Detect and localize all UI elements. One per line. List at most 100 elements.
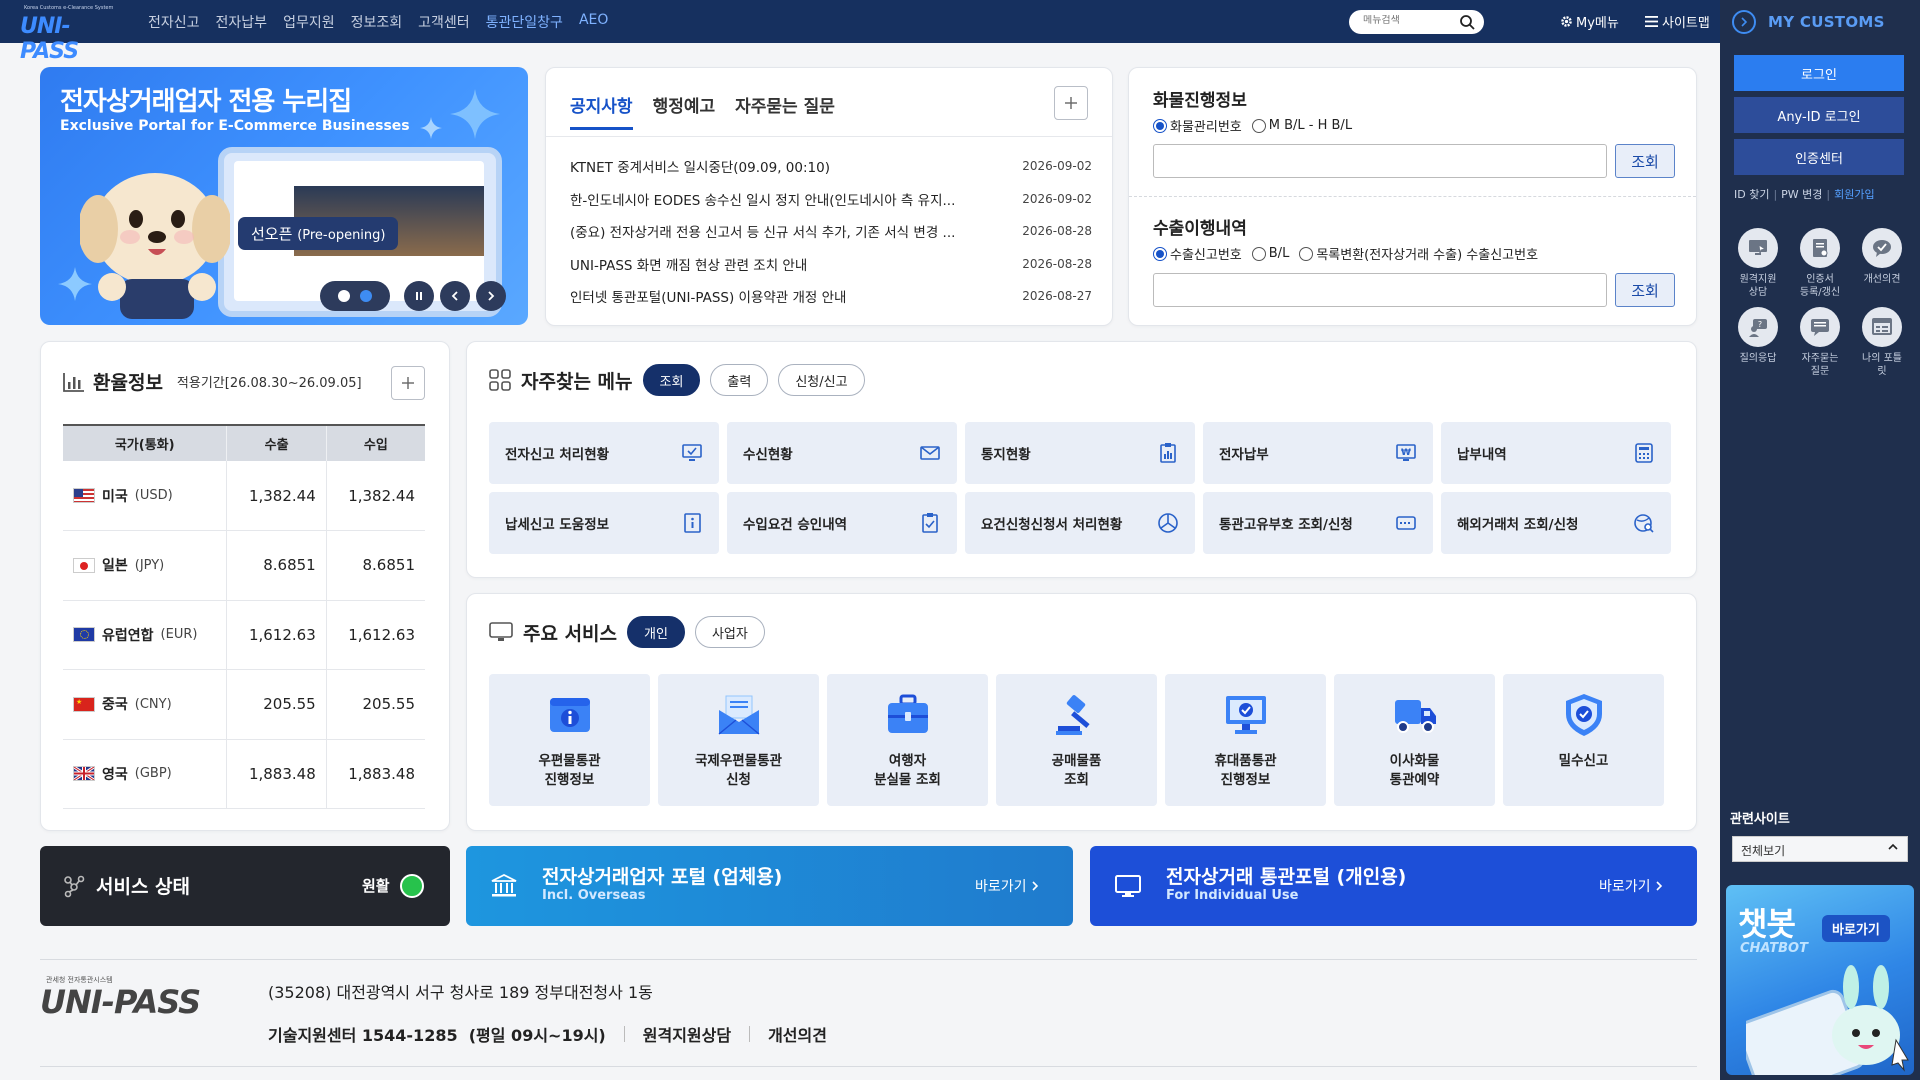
my-menu-button[interactable]: My메뉴 <box>1560 12 1619 31</box>
carousel-dot-2[interactable] <box>360 290 372 302</box>
related-sites-select[interactable]: 전체보기 <box>1732 836 1908 862</box>
chatbot-banner[interactable]: 챗봇 CHATBOT 바로가기 <box>1726 885 1914 1075</box>
table-row: 일본 (JPY) 8.6851 8.6851 <box>63 530 425 601</box>
chatbot-go-button[interactable]: 바로가기 <box>1822 915 1890 942</box>
quick-qna[interactable]: ? 질의응답 <box>1728 307 1788 378</box>
notice-item[interactable]: 한-인도네시아 EODES 송수신 일시 정지 안내(인도네시아 측 유지...… <box>570 183 1092 216</box>
quick-certificate[interactable]: 인증서 등록/갱신 <box>1790 228 1850 299</box>
business-portal-bar[interactable]: 전자상거래업자 포털 (업체용) Incl. Overseas 바로가기 <box>466 846 1073 926</box>
cargo-input[interactable] <box>1153 144 1607 178</box>
chevron-right-icon <box>1032 881 1039 891</box>
footer-feedback-link[interactable]: 개선의견 <box>768 1022 827 1046</box>
exchange-more-button[interactable] <box>391 366 425 400</box>
search-icon[interactable] <box>1459 14 1475 30</box>
menu-item-e-declaration[interactable]: 전자신고 <box>148 12 200 32</box>
quick-certificate-label: 인증서 등록/갱신 <box>1799 274 1841 298</box>
sitemap-button[interactable]: 사이트맵 <box>1645 12 1710 31</box>
notice-item[interactable]: 인터넷 통관포털(UNI-PASS) 이용약관 개정 안내 2026-08-27 <box>570 280 1092 313</box>
fav-payment-history[interactable]: 납부내역 <box>1441 422 1671 484</box>
menu-item-single-window[interactable]: 통관단일창구 <box>486 12 563 32</box>
sidebar-toggle[interactable] <box>1732 10 1756 34</box>
menu-item-info-inquiry[interactable]: 정보조회 <box>351 12 403 32</box>
chevron-right-icon <box>1741 17 1748 27</box>
gavel-icon <box>1055 695 1090 735</box>
tab-admin-notice[interactable]: 행정예고 <box>653 92 716 130</box>
service-postal-info[interactable]: 우편물통관 진행정보 <box>489 674 650 806</box>
footer-remote-support-link[interactable]: 원격지원상담 <box>643 1022 731 1046</box>
currency-code: (GBP) <box>134 766 172 782</box>
export-option-bl[interactable]: B/L <box>1251 244 1289 263</box>
export-search-button[interactable]: 조회 <box>1615 273 1675 307</box>
export-option-ecommerce[interactable]: 목록변환(전자상거래 수출) 수출신고번호 <box>1299 244 1538 263</box>
desktop-icon <box>1115 875 1141 897</box>
notice-item[interactable]: UNI-PASS 화면 깨짐 현상 관련 조치 안내 2026-08-28 <box>570 248 1092 281</box>
carousel-pause-button[interactable] <box>404 281 434 311</box>
services-header: 주요 서비스 개인 사업자 <box>489 616 765 648</box>
pill-apply[interactable]: 신청/신고 <box>778 364 865 396</box>
fav-customs-code[interactable]: 통관고유부호 조회/신청 <box>1203 492 1433 554</box>
ecommerce-banner[interactable]: 전자상거래업자 전용 누리집 Exclusive Portal for E-Co… <box>40 67 528 325</box>
info-book-icon <box>684 513 701 533</box>
export-input[interactable] <box>1153 273 1607 307</box>
gb-flag-icon <box>73 766 95 782</box>
carousel-dot-1[interactable] <box>338 290 350 302</box>
cargo-option-bl[interactable]: M B/L - H B/L <box>1251 116 1352 135</box>
pill-inquiry[interactable]: 조회 <box>642 364 701 396</box>
personal-portal-bar[interactable]: 전자상거래 통관포털 (개인용) For Individual Use 바로가기 <box>1090 846 1697 926</box>
fav-requirement-status[interactable]: 요건신청신청서 처리현황 <box>965 492 1195 554</box>
service-moving-goods[interactable]: 이사화물 통관예약 <box>1334 674 1495 806</box>
menu-item-customer-center[interactable]: 고객센터 <box>418 12 470 32</box>
footer-divider-bottom <box>40 1066 1697 1067</box>
service-auction[interactable]: 공매물품 조회 <box>996 674 1157 806</box>
anyid-login-button[interactable]: Any-ID 로그인 <box>1734 97 1904 133</box>
fav-tax-help[interactable]: 납세신고 도움정보 <box>489 492 719 554</box>
quick-faq[interactable]: 자주묻는 질문 <box>1790 307 1850 378</box>
mail-icon <box>920 446 940 460</box>
carousel-prev-button[interactable] <box>440 281 470 311</box>
cert-center-button[interactable]: 인증센터 <box>1734 139 1904 175</box>
notice-more-button[interactable] <box>1054 86 1088 120</box>
signup-link[interactable]: 회원가입 <box>1834 188 1874 201</box>
service-carry-on[interactable]: 휴대품통관 진행정보 <box>1165 674 1326 806</box>
quick-remote-support[interactable]: 원격지원 상담 <box>1728 228 1788 299</box>
quick-portlet[interactable]: 나의 포틀 릿 <box>1852 307 1912 378</box>
fav-overseas-partner[interactable]: 해외거래처 조회/신청 <box>1441 492 1671 554</box>
banner-title: 전자상거래업자 전용 누리집 <box>60 87 352 117</box>
cargo-search-button[interactable]: 조회 <box>1615 144 1675 178</box>
puppy-mascot-icon <box>80 173 230 319</box>
change-pw-link[interactable]: PW 변경 <box>1781 188 1822 201</box>
service-lost-item[interactable]: 여행자 분실물 조회 <box>827 674 988 806</box>
notice-item[interactable]: KTNET 중계서비스 일시중단(09.09, 00:10) 2026-09-02 <box>570 150 1092 183</box>
table-row: 미국 (USD) 1,382.44 1,382.44 <box>63 461 425 531</box>
export-options: 수출신고번호 B/L 목록변환(전자상거래 수출) 수출신고번호 <box>1153 244 1538 263</box>
unipass-logo[interactable]: Korea Customs e-Clearance System UNI-PAS… <box>20 5 122 64</box>
find-id-link[interactable]: ID 찾기 <box>1734 188 1769 201</box>
menu-item-aeo[interactable]: AEO <box>579 12 608 32</box>
login-button[interactable]: 로그인 <box>1734 55 1904 91</box>
quick-feedback[interactable]: 개선의견 <box>1852 228 1912 299</box>
export-option-decl-no[interactable]: 수출신고번호 <box>1153 244 1242 263</box>
notice-item[interactable]: (중요) 전자상거래 전용 신고서 등 신규 서식 추가, 기존 서식 변경 .… <box>570 215 1092 248</box>
carousel-next-button[interactable] <box>476 281 506 311</box>
menu-search-input[interactable] <box>1363 15 1463 26</box>
pill-business[interactable]: 사업자 <box>694 616 765 648</box>
footer-support-center: 기술지원센터 1544-1285 (평일 09시~19시) <box>268 1026 606 1045</box>
personal-portal-go[interactable]: 바로가기 <box>1599 876 1663 896</box>
fav-e-decl-status[interactable]: 전자신고 처리현황 <box>489 422 719 484</box>
menu-item-e-payment[interactable]: 전자납부 <box>216 12 268 32</box>
fav-notify-status[interactable]: 통지현황 <box>965 422 1195 484</box>
service-smuggling-report[interactable]: 밀수신고 <box>1503 674 1664 806</box>
fav-receive-status[interactable]: 수신현황 <box>727 422 957 484</box>
menu-item-work-support[interactable]: 업무지원 <box>283 12 335 32</box>
fav-import-approval[interactable]: 수입요건 승인내역 <box>727 492 957 554</box>
related-sites-title: 관련사이트 <box>1730 812 1790 827</box>
service-intl-mail[interactable]: 국제우편물통관 신청 <box>658 674 819 806</box>
tab-notice[interactable]: 공지사항 <box>570 92 633 130</box>
pill-personal[interactable]: 개인 <box>627 616 685 648</box>
fav-label: 전자신고 처리현황 <box>505 447 610 463</box>
fav-e-payment[interactable]: 전자납부 ₩ <box>1203 422 1433 484</box>
pill-print[interactable]: 출력 <box>710 364 769 396</box>
cargo-option-mgmt-no[interactable]: 화물관리번호 <box>1153 116 1242 135</box>
tab-faq[interactable]: 자주묻는 질문 <box>735 92 835 130</box>
business-portal-go[interactable]: 바로가기 <box>975 876 1039 896</box>
